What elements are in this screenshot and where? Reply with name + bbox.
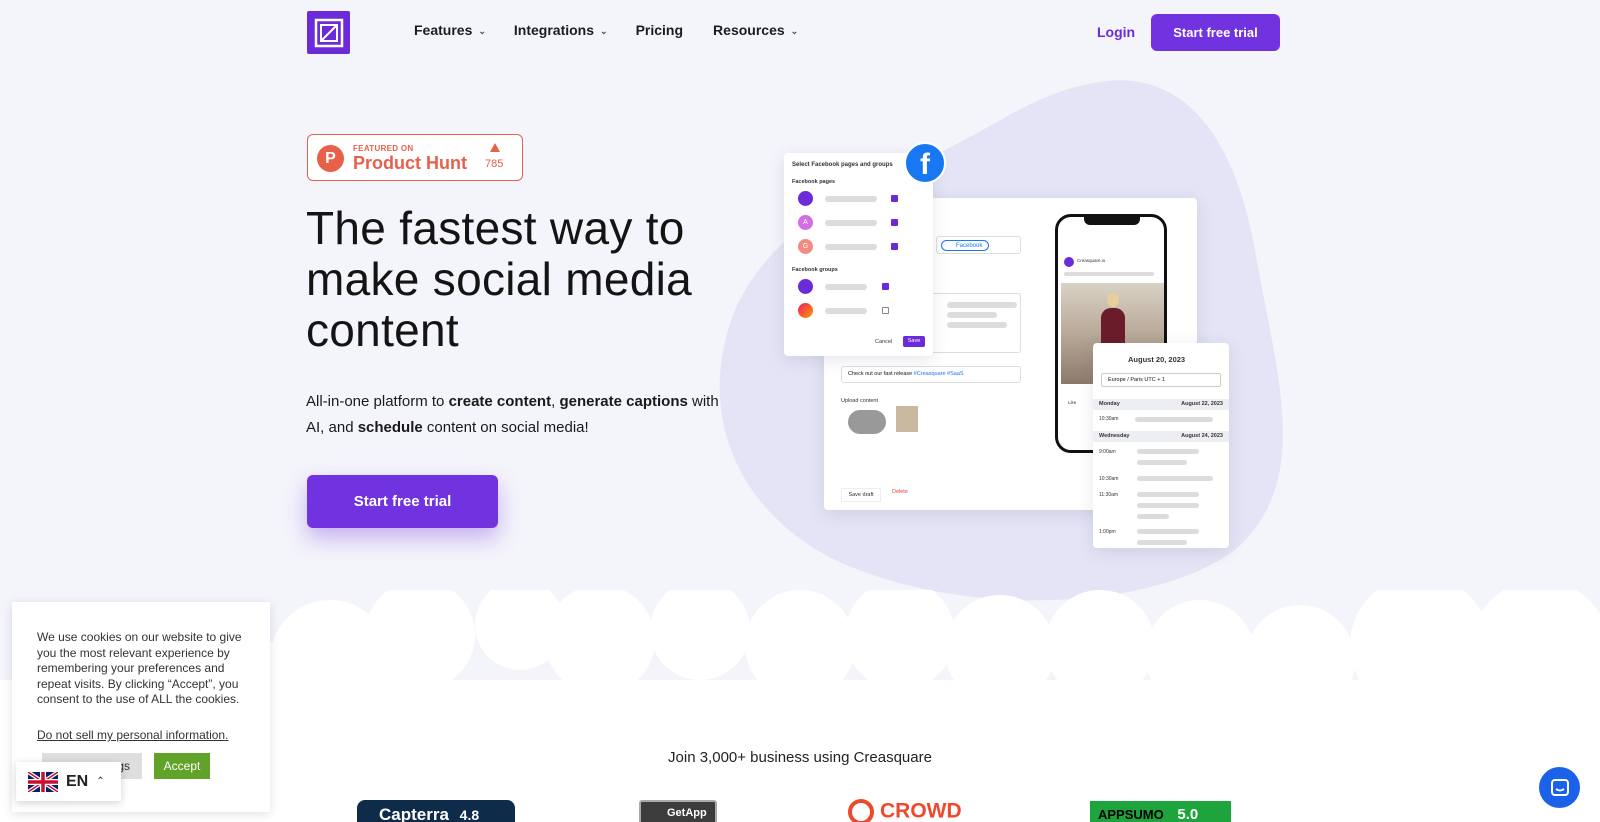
upload-label: Upload content: [841, 398, 878, 404]
chevron-up-icon: ⌃: [96, 776, 105, 787]
panel-title: Select Facebook pages and groups: [792, 162, 893, 168]
hero-title: The fastest way to make social media con…: [306, 202, 693, 356]
uk-flag-icon: [28, 771, 58, 792]
page-avatar: G: [798, 239, 813, 254]
network-chip: Facebook: [941, 240, 990, 251]
cookie-accept-button[interactable]: Accept: [154, 753, 210, 779]
g2-name: CROWD: [880, 799, 962, 822]
getapp-logo: GetApp: [639, 800, 717, 822]
panel-save-button: Save: [903, 336, 925, 347]
panel-cancel-button: Cancel: [875, 339, 893, 345]
language-code: EN: [66, 772, 89, 790]
chevron-down-icon: ⌄: [790, 25, 799, 36]
day-date: August 24, 2023: [1181, 433, 1223, 439]
capterra-logo: Capterra 4.8: [357, 800, 515, 822]
hero-subtitle: All-in-one platform to create content, g…: [306, 393, 719, 436]
login-link[interactable]: Login: [1097, 24, 1135, 40]
schedule-calendar-mock: August 20, 2023 Europe / Paris UTC + 1 M…: [1093, 343, 1229, 548]
nav-links: Features ⌄ Integrations ⌄ Pricing Resource…: [414, 22, 798, 38]
day-name: Monday: [1099, 401, 1120, 407]
delete-button: Delete: [892, 489, 908, 495]
slot-time: 9:00am: [1099, 449, 1116, 455]
producthunt-badge[interactable]: P FEATURED ON Product Hunt 785: [307, 134, 523, 181]
appsumo-score: 5.0: [1177, 806, 1199, 822]
caption-text-body: Check out our fast release: [848, 371, 914, 377]
upload-thumbnail: [896, 406, 918, 432]
page-avatar: [798, 191, 813, 206]
phone-like-button: Like: [1068, 400, 1077, 405]
slot-time: 11:30am: [1099, 492, 1119, 498]
producthunt-icon: P: [317, 145, 344, 172]
chat-icon: [1550, 778, 1569, 796]
slot-time: 1:00pm: [1099, 529, 1116, 535]
caption-text: Check out our fast release #Creasquare #…: [841, 366, 1021, 383]
capterra-name: Capterra: [379, 805, 449, 822]
day-header: Wednesday August 24, 2023: [1093, 431, 1229, 442]
appsumo-name: APPSUMO: [1098, 807, 1164, 822]
language-switcher[interactable]: EN ⌃: [16, 762, 121, 801]
nav-start-trial-button[interactable]: Start free trial: [1151, 14, 1280, 51]
day-header: Monday August 22, 2023: [1093, 399, 1229, 410]
chevron-down-icon: ⌄: [600, 25, 608, 36]
capterra-score: 4.8: [459, 807, 480, 822]
day-date: August 22, 2023: [1181, 401, 1223, 407]
chat-launcher-button[interactable]: [1539, 767, 1580, 808]
hero-start-trial-button[interactable]: Start free trial: [307, 475, 498, 528]
slot-time: 10:30am: [1099, 476, 1119, 482]
network-select: Facebook: [936, 236, 1021, 254]
cookie-message: We use cookies on our website to give yo…: [37, 630, 242, 706]
nav-pricing[interactable]: Pricing: [636, 22, 683, 38]
ph-featured-label: FEATURED ON: [353, 144, 414, 153]
schedule-date: August 20, 2023: [1128, 355, 1186, 364]
slot-time: 10:30am: [1099, 416, 1119, 422]
phone-post-author: Creasquare.io: [1077, 258, 1106, 263]
g2-crowd-logo: CROWD: [848, 799, 993, 822]
timezone-select: Europe / Paris UTC + 1: [1101, 373, 1221, 387]
nav-features[interactable]: Features ⌄: [414, 22, 486, 38]
caption-hashtags: #Creasquare #SaaS: [913, 371, 964, 377]
page-avatar: A: [798, 215, 813, 230]
upvote-icon: [490, 143, 500, 152]
phone-post-avatar: [1064, 257, 1074, 267]
creasquare-logo-icon[interactable]: [307, 11, 350, 54]
do-not-sell-link[interactable]: Do not sell my personal information.: [37, 728, 228, 742]
nav-integrations[interactable]: Integrations ⌄: [514, 22, 608, 38]
facebook-icon: f: [904, 142, 946, 184]
ph-votes: 785: [485, 158, 504, 170]
group-avatar: [798, 279, 813, 294]
ph-name: Product Hunt: [353, 153, 467, 173]
appsumo-logo: APPSUMO 5.0: [1090, 801, 1231, 822]
chevron-down-icon: ⌄: [478, 25, 486, 36]
group-avatar: [798, 303, 813, 318]
upload-cloud-icon: [848, 410, 886, 434]
facebook-pages-panel-mock: Select Facebook pages and groups Faceboo…: [784, 153, 933, 356]
pages-label: Facebook pages: [792, 179, 836, 185]
nav-resources[interactable]: Resources ⌄: [713, 22, 798, 38]
day-name: Wednesday: [1099, 433, 1130, 439]
save-draft-button: Save draft: [841, 488, 881, 502]
groups-label: Facebook groups: [792, 267, 838, 273]
top-nav: Features ⌄ Integrations ⌄ Pricing Resource…: [0, 0, 1600, 64]
